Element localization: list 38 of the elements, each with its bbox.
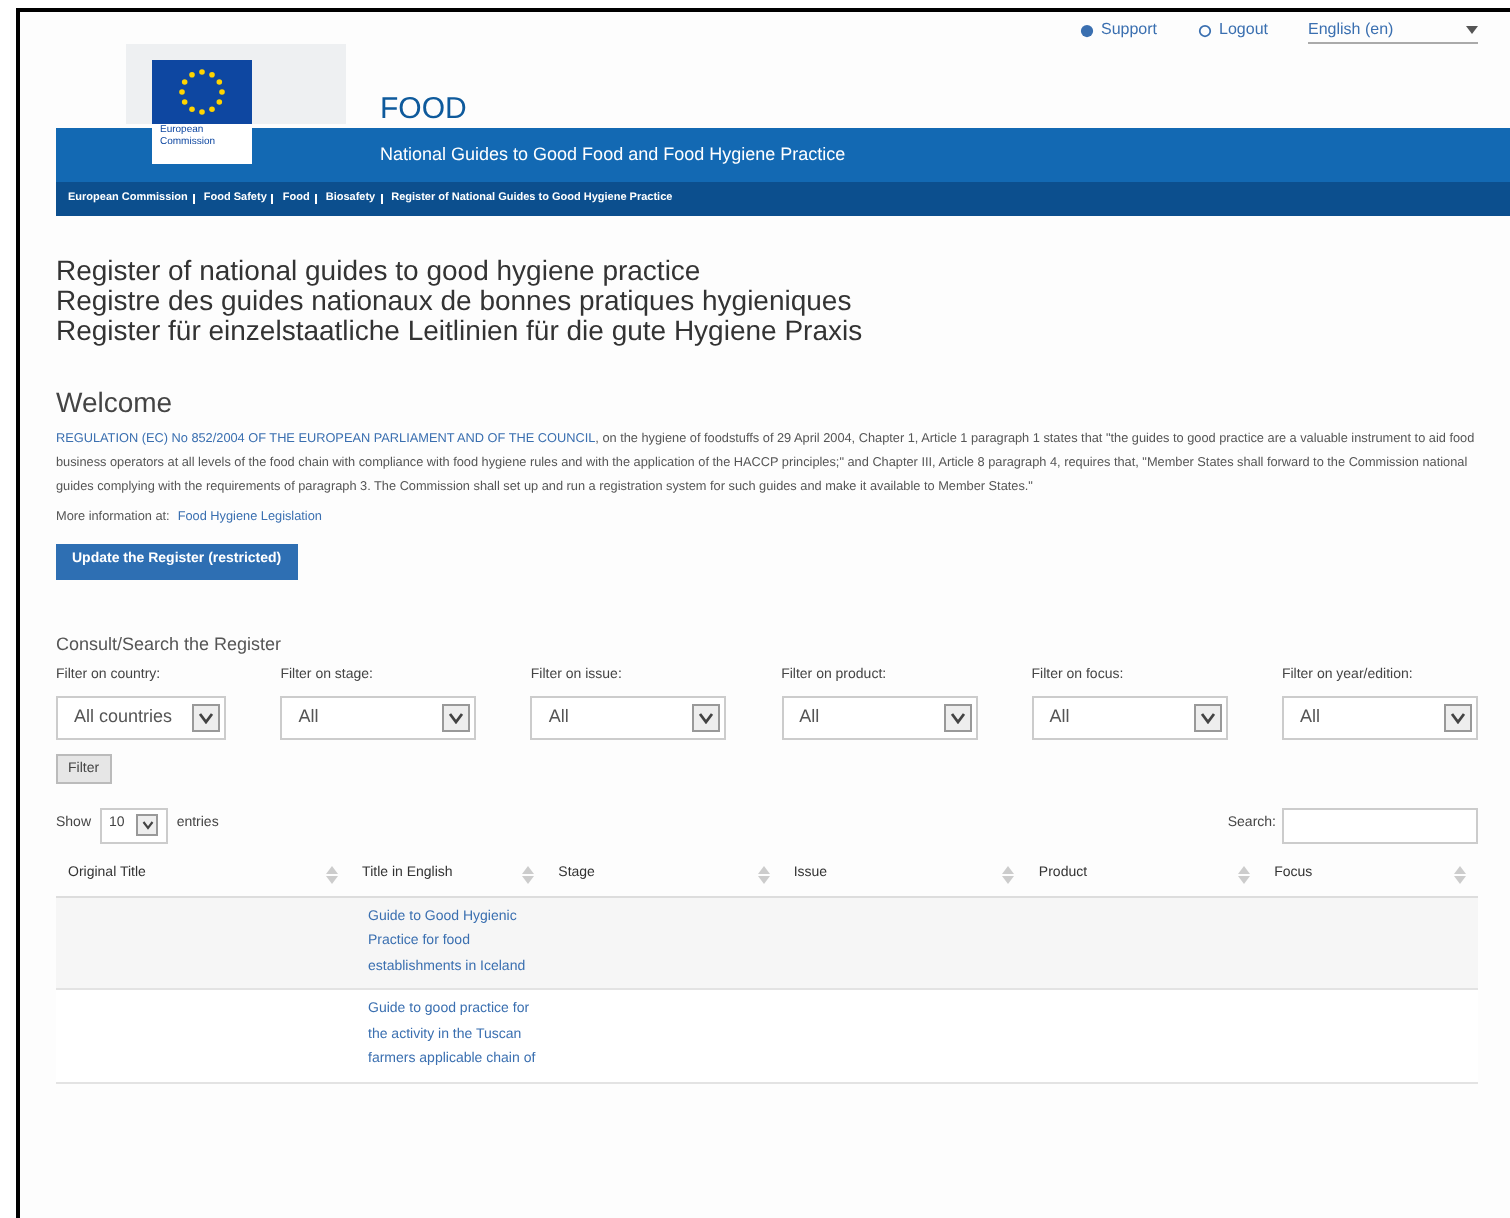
support-link[interactable]: Support	[1079, 18, 1158, 42]
page-title: Register of national guides to good hygiene practice	[56, 256, 703, 286]
search-heading: Consult/Search the Register	[56, 631, 284, 658]
site-subtitle: National Guides to Good Food and Food Hygiene Practice	[380, 141, 846, 168]
page-title: Registre des guides nationaux de bonnes pratiques hygieniques	[56, 286, 854, 316]
sort-icon	[522, 866, 535, 885]
chevron-down-icon	[943, 703, 972, 732]
chevron-down-icon	[1443, 703, 1472, 732]
dropdown[interactable]: All	[781, 695, 978, 740]
separator-icon	[379, 194, 388, 204]
sort-icon	[1238, 866, 1251, 885]
welcome-heading: Welcome	[56, 384, 175, 422]
sort-icon	[326, 866, 339, 885]
chevron-down-icon	[692, 703, 721, 732]
sort-icon	[757, 866, 770, 885]
site-title: FOOD	[380, 90, 467, 130]
chevron-down-icon	[192, 703, 220, 732]
dropdown[interactable]: All	[1281, 695, 1478, 740]
support-icon	[1079, 23, 1093, 37]
sort-icon	[1454, 866, 1467, 885]
chevron-down-icon	[442, 703, 471, 732]
sort-icon	[1002, 866, 1015, 885]
chevron-down-icon	[1193, 703, 1222, 732]
eu-flag-icon	[152, 60, 252, 124]
chevron-down-icon	[136, 814, 159, 837]
separator-icon	[191, 194, 200, 204]
power-icon	[1197, 23, 1212, 37]
logout-link[interactable]: Logout	[1197, 18, 1268, 42]
caret-icon	[1466, 25, 1478, 33]
dropdown[interactable]: All countries	[56, 695, 226, 740]
page-title: Register für einzelstaatliche Leitlinien für die gute Hygiene Praxis	[56, 316, 865, 346]
search-field[interactable]	[1282, 807, 1478, 844]
separator-icon	[270, 194, 279, 204]
separator-icon	[313, 194, 322, 204]
language-select[interactable]: English (en)	[1308, 17, 1478, 43]
dropdown[interactable]: All	[280, 695, 477, 740]
dropdown[interactable]: All	[530, 695, 727, 740]
dropdown[interactable]: All	[1031, 695, 1228, 740]
